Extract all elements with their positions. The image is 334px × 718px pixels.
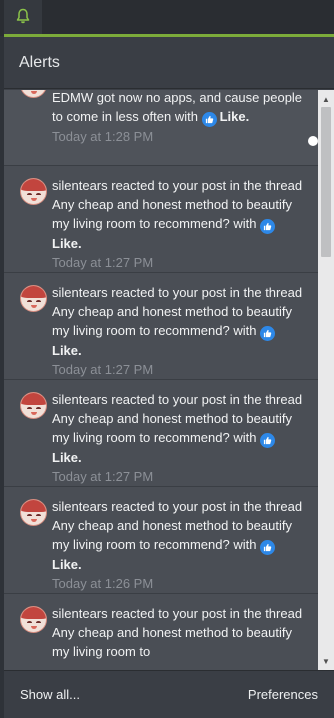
alert-item[interactable]: silentears reacted to your post in the t…	[4, 166, 318, 273]
alert-time: Today at 1:26 PM	[52, 576, 154, 591]
alert-in-thread-text: in the thread	[226, 499, 303, 514]
alert-item[interactable]: silentears reacted to your post in the t…	[4, 90, 318, 166]
thumbs-up-icon	[260, 433, 276, 448]
popup-header: Alerts	[4, 37, 334, 89]
alert-in-thread-text: in the thread	[226, 392, 303, 407]
alert-username[interactable]: silentears	[52, 499, 108, 514]
alert-reaction: Like.	[52, 236, 82, 251]
triangle-down-icon[interactable]: ▼	[318, 654, 334, 668]
thumbs-up-icon	[201, 112, 217, 127]
alert-post-link[interactable]: your post	[173, 392, 226, 407]
alert-post-link[interactable]: your post	[173, 178, 226, 193]
alert-time: Today at 1:27 PM	[52, 469, 154, 484]
popup-title: Alerts	[19, 53, 60, 71]
avatar[interactable]	[20, 178, 47, 205]
alert-with-text: with	[171, 109, 202, 124]
alert-username[interactable]: silentears	[52, 178, 108, 193]
scroll-thumb[interactable]	[321, 107, 331, 257]
alert-username[interactable]: silentears	[52, 392, 108, 407]
avatar[interactable]	[20, 392, 47, 419]
alert-text: silentears reacted to your post in the t…	[52, 497, 306, 574]
alert-thread-link[interactable]: Any cheap and honest method to beautify …	[52, 625, 292, 659]
alert-time: Today at 1:27 PM	[52, 362, 154, 377]
alert-in-thread-text: in the thread	[226, 285, 303, 300]
thumbs-up-icon	[260, 326, 276, 341]
scrollbar[interactable]: ▲ ▼	[318, 90, 334, 670]
alert-item[interactable]: silentears reacted to your post in the t…	[4, 487, 318, 594]
alert-with-text: with	[229, 216, 261, 231]
alert-item[interactable]: silentears reacted to your post in the t…	[4, 273, 318, 380]
triangle-up-icon[interactable]: ▲	[318, 92, 334, 106]
alerts-list-content: silentears reacted to your post in the t…	[4, 90, 318, 670]
alert-with-text: with	[229, 537, 261, 552]
alert-with-text: with	[229, 430, 261, 445]
alert-reacted-text: reacted to	[107, 392, 173, 407]
alert-text: silentears reacted to your post in the t…	[52, 604, 306, 661]
alert-reacted-text: reacted to	[107, 499, 173, 514]
avatar[interactable]	[20, 606, 47, 633]
thumbs-up-icon	[260, 540, 276, 555]
avatar[interactable]	[20, 285, 47, 312]
alert-text: silentears reacted to your post in the t…	[52, 90, 306, 127]
alerts-tab[interactable]	[4, 0, 42, 36]
alert-text: silentears reacted to your post in the t…	[52, 176, 306, 253]
alert-item[interactable]: silentears reacted to your post in the t…	[4, 594, 318, 670]
alert-time: Today at 1:28 PM	[52, 129, 154, 144]
alert-with-text: with	[229, 323, 261, 338]
alert-reaction: Like.	[52, 450, 82, 465]
bell-icon	[16, 8, 30, 29]
alert-post-link[interactable]: your post	[173, 606, 226, 621]
alert-username[interactable]: silentears	[52, 606, 108, 621]
alert-reacted-text: reacted to	[107, 285, 173, 300]
avatar[interactable]	[20, 90, 47, 98]
show-all-link[interactable]: Show all...	[20, 687, 80, 702]
alert-reacted-text: reacted to	[107, 606, 173, 621]
alert-in-thread-text: in the thread	[226, 606, 303, 621]
avatar[interactable]	[20, 499, 47, 526]
alert-text: silentears reacted to your post in the t…	[52, 390, 306, 467]
alert-reaction: Like.	[219, 109, 250, 124]
popup-footer: Show all... Preferences	[4, 670, 334, 718]
alert-text: silentears reacted to your post in the t…	[52, 283, 306, 360]
alert-reaction: Like.	[52, 557, 82, 572]
alert-username[interactable]: silentears	[52, 285, 108, 300]
alert-reaction: Like.	[52, 343, 82, 358]
alert-time: Today at 1:27 PM	[52, 255, 154, 270]
alerts-popup: Alerts silentears reacted to your post i…	[4, 37, 334, 718]
preferences-link[interactable]: Preferences	[248, 687, 318, 702]
alert-in-thread-text: in the thread	[226, 178, 303, 193]
unread-indicator[interactable]	[308, 136, 318, 146]
alert-reacted-text: reacted to	[107, 178, 173, 193]
alert-item[interactable]: silentears reacted to your post in the t…	[4, 380, 318, 487]
top-navigation-bar	[0, 0, 334, 36]
alert-post-link[interactable]: your post	[173, 499, 226, 514]
thumbs-up-icon	[260, 219, 276, 234]
alerts-list[interactable]: silentears reacted to your post in the t…	[4, 90, 334, 670]
alert-post-link[interactable]: your post	[173, 285, 226, 300]
